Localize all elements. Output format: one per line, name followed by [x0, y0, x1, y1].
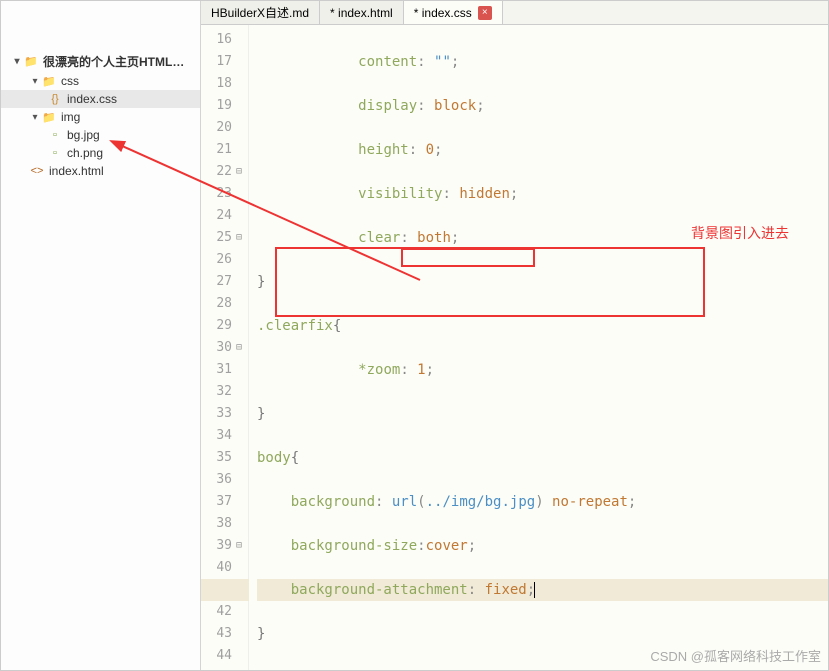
image-file-icon: ▫ — [47, 128, 63, 142]
tree-folder-img[interactable]: ▾ 📁 img — [1, 108, 200, 126]
chevron-down-icon: ▾ — [11, 56, 23, 67]
folder-icon: 📁 — [41, 110, 57, 124]
fold-icon: ⊟ — [234, 535, 244, 557]
folder-icon: 📁 — [41, 74, 57, 88]
app-window: ▾ 📁 很漂亮的个人主页HTML… ▾ 📁 css {} index.css ▾… — [0, 0, 829, 671]
tree-file-ch[interactable]: ▫ ch.png — [1, 144, 200, 162]
tree-file-css[interactable]: {} index.css — [1, 90, 200, 108]
file-explorer: ▾ 📁 很漂亮的个人主页HTML… ▾ 📁 css {} index.css ▾… — [1, 1, 201, 670]
tree-folder-css[interactable]: ▾ 📁 css — [1, 72, 200, 90]
css-file-icon: {} — [47, 92, 63, 106]
annotation-box-small — [401, 248, 535, 267]
image-file-icon: ▫ — [47, 146, 63, 160]
tree-file-bg[interactable]: ▫ bg.jpg — [1, 126, 200, 144]
fold-icon: ⊟ — [234, 227, 244, 249]
tree-file-html[interactable]: <> index.html — [1, 162, 200, 180]
editor-area: HBuilderX自述.md * index.html * index.css … — [201, 1, 828, 670]
chevron-down-icon: ▾ — [29, 112, 41, 123]
tab-label: HBuilderX自述.md — [211, 4, 309, 21]
tree-label: img — [61, 110, 80, 124]
text-cursor — [534, 582, 535, 598]
watermark: CSDN @孤客网络科技工作室 — [650, 646, 821, 665]
tree-label: css — [61, 74, 79, 88]
code-content[interactable]: content: ""; display: block; height: 0; … — [249, 25, 828, 670]
tree-label: index.html — [49, 164, 104, 178]
tab-bar: HBuilderX自述.md * index.html * index.css … — [201, 1, 828, 25]
tab-index-html[interactable]: * index.html — [320, 1, 404, 24]
tab-label: * index.html — [330, 6, 393, 20]
code-editor[interactable]: 16 17 18 19 20 21 22⊟ 23 24 25⊟ 26 27 28… — [201, 25, 828, 670]
html-file-icon: <> — [29, 164, 45, 178]
tab-label: * index.css — [414, 6, 472, 20]
fold-icon: ⊟ — [234, 337, 244, 359]
tab-index-css[interactable]: * index.css × — [404, 1, 503, 24]
tab-hbuilderx[interactable]: HBuilderX自述.md — [201, 1, 320, 24]
tree-label: ch.png — [67, 146, 103, 160]
tree-root-label: 很漂亮的个人主页HTML… — [43, 53, 184, 70]
annotation-text: 背景图引入进去 — [691, 223, 789, 243]
chevron-down-icon: ▾ — [29, 76, 41, 87]
fold-icon: ⊟ — [234, 161, 244, 183]
tree-label: bg.jpg — [67, 128, 100, 142]
tree-label: index.css — [67, 92, 117, 106]
line-gutter: 16 17 18 19 20 21 22⊟ 23 24 25⊟ 26 27 28… — [201, 25, 249, 670]
folder-icon: 📁 — [23, 55, 39, 69]
tree-root[interactable]: ▾ 📁 很漂亮的个人主页HTML… — [1, 51, 200, 72]
close-icon[interactable]: × — [478, 6, 492, 20]
